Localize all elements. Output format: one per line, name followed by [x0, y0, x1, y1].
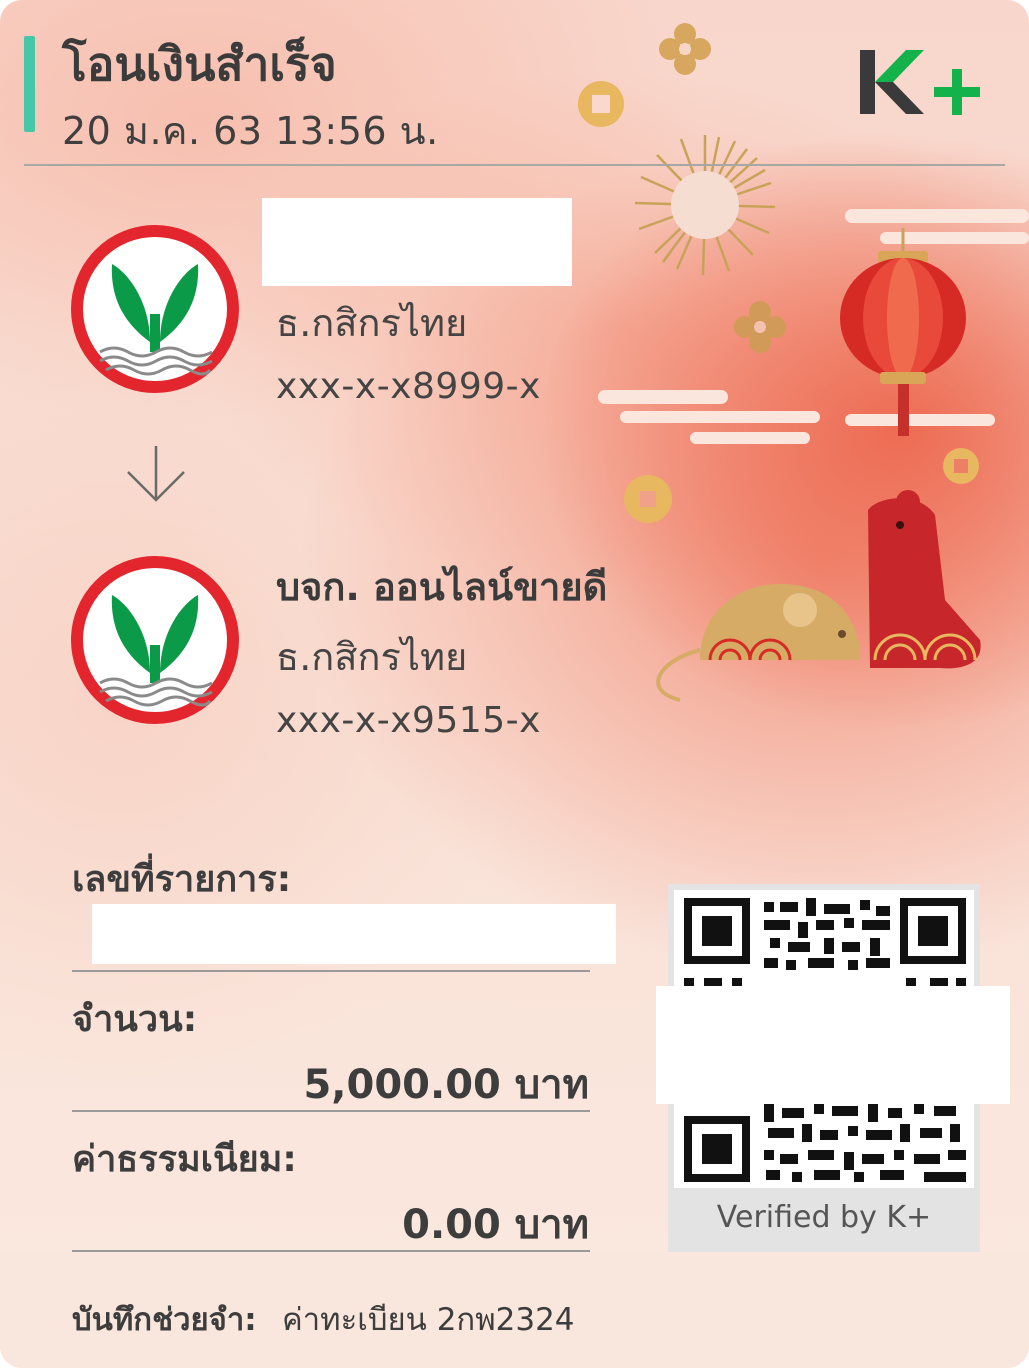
arrow-down-icon: [127, 446, 185, 502]
qr-redacted-area: [656, 986, 1010, 1104]
memo-value: ค่าทะเบียน 2กพ2324: [282, 1302, 575, 1338]
sender-name-redacted: [262, 198, 572, 286]
recipient-account-number: xxx-x-x9515-x: [276, 700, 541, 741]
divider: [72, 1250, 590, 1252]
coin-icon: [624, 475, 672, 523]
sender-bank-logo: [71, 225, 239, 393]
amount-label: จำนวน:: [72, 999, 198, 1040]
transfer-datetime: 20 ม.ค. 63 13:56 น.: [62, 109, 439, 153]
header-divider: [24, 164, 1005, 166]
kplus-logo: [860, 50, 980, 115]
coin-icon: [943, 448, 979, 484]
flower-icon: [734, 301, 786, 353]
fee-value: 0.00 บาท: [402, 1202, 589, 1248]
page-title: โอนเงินสำเร็จ: [62, 37, 337, 91]
verified-caption: Verified by K+: [716, 1200, 932, 1235]
recipient-bank-name: ธ.กสิกรไทย: [276, 635, 468, 679]
sender-bank-name: ธ.กสิกรไทย: [276, 301, 468, 345]
coin-icon: [578, 81, 624, 127]
memo-label: บันทึกช่วยจำ:: [72, 1302, 257, 1338]
divider: [72, 970, 590, 972]
divider: [72, 1110, 590, 1112]
reference-label: เลขที่รายการ:: [72, 859, 292, 900]
transfer-slip: โอนเงินสำเร็จ 20 ม.ค. 63 13:56 น. ธ.กสิก…: [0, 0, 1029, 1368]
recipient-bank-logo: [71, 556, 239, 724]
fee-label: ค่าธรรมเนียม:: [72, 1139, 297, 1180]
recipient-name: บจก. ออนไลน์ขายดี: [276, 565, 608, 609]
rat-illustration: [868, 490, 981, 669]
rat-illustration: [656, 583, 861, 702]
flower-icon: [659, 23, 711, 75]
lantern-icon: [840, 228, 966, 436]
reference-number-redacted: [92, 904, 616, 964]
amount-value: 5,000.00 บาท: [303, 1062, 589, 1108]
header-accent-bar: [24, 36, 35, 132]
sender-account-number: xxx-x-x8999-x: [276, 366, 541, 407]
